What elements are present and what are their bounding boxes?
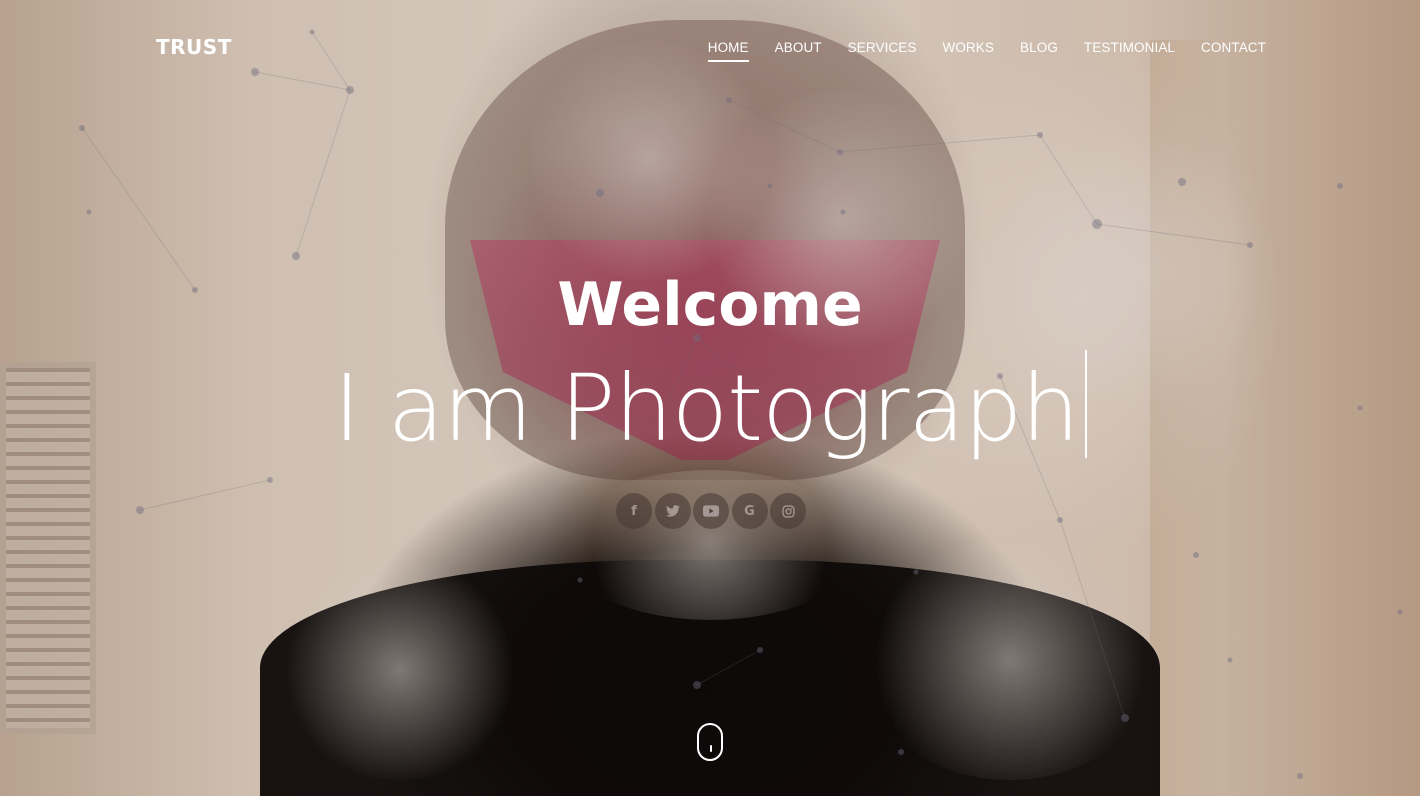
- instagram-icon[interactable]: [770, 493, 806, 529]
- youtube-glyph: [703, 505, 719, 517]
- typing-caret: [1084, 350, 1087, 458]
- nav-item-home[interactable]: HOME: [707, 40, 749, 62]
- nav-item-testimonial[interactable]: TESTIMONIAL: [1084, 40, 1175, 62]
- nav-menu: HOME ABOUT SERVICES WORKS BLOG TESTIMONI…: [682, 40, 1266, 62]
- hero-section: TRUST HOME ABOUT SERVICES WORKS BLOG TES…: [0, 0, 1420, 796]
- social-links: f G: [616, 493, 809, 529]
- twitter-icon[interactable]: [654, 493, 691, 529]
- facebook-icon[interactable]: f: [616, 493, 652, 529]
- youtube-icon[interactable]: [693, 493, 729, 529]
- google-icon[interactable]: G: [731, 493, 768, 529]
- nav-item-contact[interactable]: CONTACT: [1201, 40, 1266, 62]
- scroll-down-mouse-icon[interactable]: [697, 723, 723, 761]
- scroll-wheel: [710, 745, 712, 752]
- nav-item-blog[interactable]: BLOG: [1020, 40, 1058, 62]
- twitter-glyph: [665, 505, 680, 517]
- tagline-text: I am Photograph: [333, 355, 1079, 462]
- instagram-glyph: [781, 504, 795, 518]
- facebook-glyph: f: [631, 503, 637, 519]
- welcome-heading: Welcome: [557, 270, 863, 340]
- nav-item-services[interactable]: SERVICES: [848, 40, 917, 62]
- brand-logo[interactable]: TRUST: [156, 35, 232, 59]
- nav-item-about[interactable]: ABOUT: [775, 40, 822, 62]
- typed-tagline: I am Photograph: [333, 350, 1087, 464]
- nav-item-works[interactable]: WORKS: [942, 40, 994, 62]
- top-navbar: TRUST HOME ABOUT SERVICES WORKS BLOG TES…: [0, 0, 1420, 96]
- google-glyph: G: [744, 503, 755, 519]
- hero-content: Welcome I am Photograph: [0, 270, 1420, 464]
